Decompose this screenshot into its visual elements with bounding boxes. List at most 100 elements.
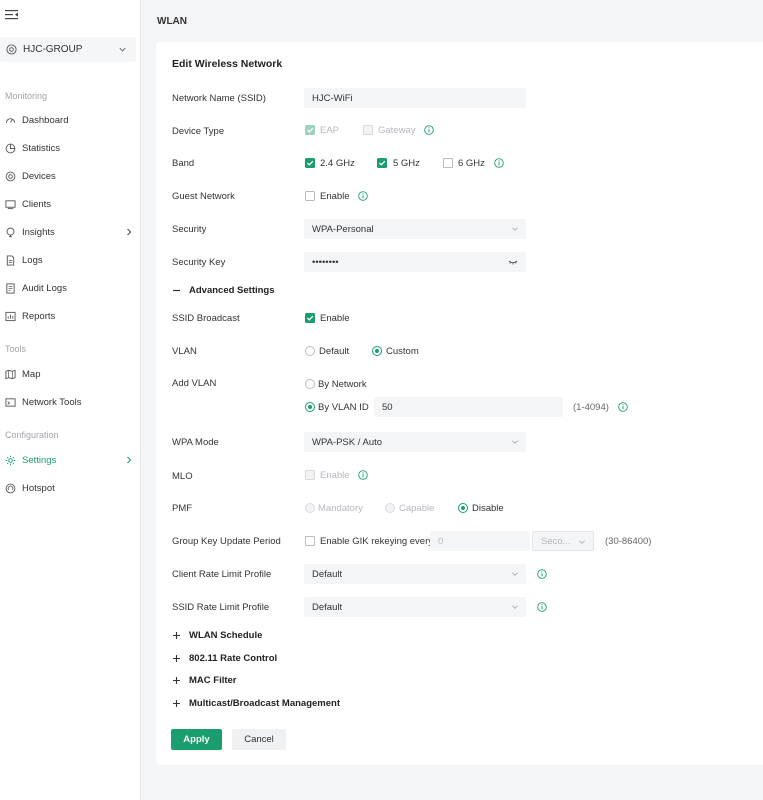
guest-network-label: Guest Network (172, 191, 235, 202)
nav-item-logs[interactable]: Logs (0, 250, 141, 270)
vlan-default-label: Default (319, 346, 350, 357)
band-6ghz-checkbox[interactable] (443, 158, 453, 168)
gik-period-input[interactable]: 0 (430, 531, 530, 551)
site-selector[interactable]: HJC-GROUP (0, 37, 136, 62)
vlan-id-input[interactable]: 50 (374, 397, 563, 417)
hotspot-icon (5, 483, 16, 493)
gik-unit-value: Seco... (541, 535, 571, 547)
nav-item-devices[interactable]: Devices (0, 166, 141, 186)
eye-closed-icon[interactable] (508, 258, 518, 266)
section-label: 802.11 Rate Control (189, 653, 278, 664)
ssid-rate-value: Default (312, 601, 343, 613)
chevron-down-icon (512, 227, 518, 231)
rate-control-toggle[interactable]: 802.11 Rate Control (172, 653, 277, 664)
gik-option-label: Enable GIK rekeying every (320, 536, 434, 547)
info-icon[interactable] (358, 191, 368, 201)
band-2-4ghz-checkbox[interactable] (305, 158, 315, 168)
gik-period-value: 0 (438, 535, 444, 547)
wpa-mode-label: WPA Mode (172, 437, 219, 448)
wpa-mode-select[interactable]: WPA-PSK / Auto (304, 432, 526, 452)
nav-item-statistics[interactable]: Statistics (0, 138, 141, 158)
client-rate-select[interactable]: Default (304, 564, 526, 584)
ssid-label: Network Name (SSID) (172, 93, 266, 104)
nav-item-reports[interactable]: Reports (0, 306, 141, 326)
band-5ghz-label: 5 GHz (393, 158, 420, 169)
devices-icon (5, 171, 16, 181)
ssid-broadcast-checkbox[interactable] (305, 313, 315, 323)
band-2-4ghz-label: 2.4 GHz (320, 158, 355, 169)
chevron-down-icon (512, 605, 518, 609)
vlan-default-radio[interactable] (305, 346, 315, 356)
band-5ghz-checkbox[interactable] (377, 158, 387, 168)
chevron-down-icon (512, 440, 518, 444)
guest-network-checkbox[interactable] (305, 191, 315, 201)
nav-item-audit-logs[interactable]: Audit Logs (0, 278, 141, 298)
chevron-right-icon (127, 456, 132, 464)
apply-button[interactable]: Apply (171, 729, 222, 750)
tools-icon (5, 397, 16, 407)
section-label-tools: Tools (5, 344, 27, 354)
advanced-settings-toggle[interactable]: Advanced Settings (172, 285, 275, 296)
nav-item-map[interactable]: Map (0, 364, 141, 384)
gik-range: (30-86400) (605, 536, 652, 547)
nav-item-insights[interactable]: Insights (0, 222, 141, 242)
info-icon[interactable] (537, 602, 547, 612)
band-6ghz-label: 6 GHz (458, 158, 485, 169)
gik-checkbox[interactable] (305, 536, 315, 546)
cancel-button[interactable]: Cancel (232, 729, 286, 750)
security-key-label: Security Key (172, 257, 226, 268)
edit-wlan-card: Edit Wireless Network Network Name (SSID… (156, 42, 763, 765)
eap-checkbox[interactable] (305, 125, 315, 135)
by-vlan-id-radio[interactable] (305, 402, 315, 412)
clients-icon (5, 199, 16, 209)
pmf-capable-label: Capable (399, 503, 435, 514)
mac-filter-toggle[interactable]: MAC Filter (172, 675, 237, 686)
info-icon[interactable] (424, 125, 434, 135)
info-icon[interactable] (358, 470, 368, 480)
wlan-schedule-toggle[interactable]: WLAN Schedule (172, 630, 262, 641)
gik-unit-select[interactable]: Seco... (532, 531, 594, 551)
nav-item-network-tools[interactable]: Network Tools (0, 392, 141, 412)
security-key-input[interactable]: •••••••• (304, 252, 526, 272)
reports-icon (5, 311, 16, 321)
vlan-custom-radio[interactable] (372, 346, 382, 356)
pmf-capable-radio[interactable] (385, 503, 395, 513)
gateway-checkbox[interactable] (363, 125, 373, 135)
vlan-id-value: 50 (382, 401, 393, 413)
nav-item-dashboard[interactable]: Dashboard (0, 110, 141, 130)
info-icon[interactable] (618, 402, 628, 412)
mlo-enable-label: Enable (320, 470, 350, 481)
band-label: Band (172, 158, 195, 169)
nav-label: Reports (22, 310, 56, 322)
gik-label: Group Key Update Period (172, 536, 281, 547)
info-icon[interactable] (537, 569, 547, 579)
security-key-value: •••••••• (312, 256, 339, 268)
collapse-menu-icon[interactable] (5, 9, 19, 21)
info-icon[interactable] (494, 158, 504, 168)
chevron-down-icon (512, 572, 518, 576)
map-icon (5, 369, 16, 379)
chevron-down-icon (119, 47, 126, 52)
nav-label: Network Tools (22, 396, 82, 408)
nav-label: Audit Logs (22, 282, 67, 294)
ssid-value: HJC-WiFi (312, 92, 353, 104)
security-select[interactable]: WPA-Personal (304, 219, 526, 239)
pmf-mandatory-radio[interactable] (305, 503, 315, 513)
nav-item-clients[interactable]: Clients (0, 194, 141, 214)
nav-item-settings[interactable]: Settings (0, 450, 141, 470)
multicast-toggle[interactable]: Multicast/Broadcast Management (172, 698, 340, 709)
by-network-radio[interactable] (305, 379, 315, 389)
client-rate-value: Default (312, 568, 343, 580)
nav-label: Settings (22, 454, 57, 466)
nav-item-hotspot[interactable]: Hotspot (0, 478, 141, 498)
dashboard-icon (5, 117, 16, 123)
mlo-checkbox[interactable] (305, 470, 315, 480)
plus-icon (173, 677, 180, 684)
check-icon (307, 315, 314, 321)
ssid-rate-select[interactable]: Default (304, 597, 526, 617)
ssid-input[interactable]: HJC-WiFi (304, 88, 526, 108)
nav-label: Map (22, 368, 41, 380)
form-title: Edit Wireless Network (172, 58, 283, 70)
section-label-monitoring: Monitoring (5, 91, 48, 101)
pmf-disable-radio[interactable] (458, 503, 468, 513)
